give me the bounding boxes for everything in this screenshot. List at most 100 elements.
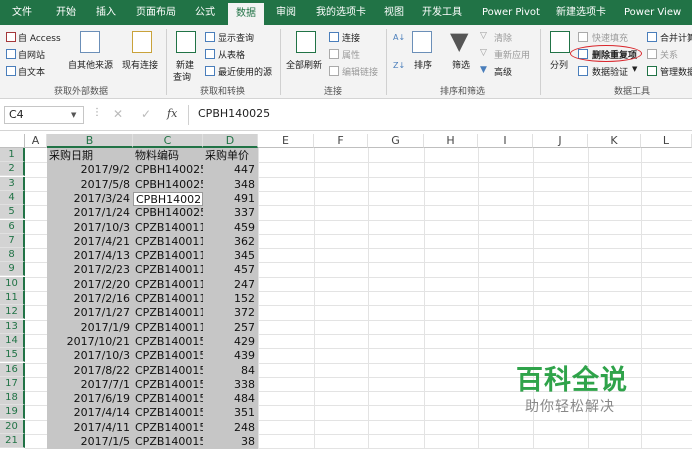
insert-function-button[interactable]: fx <box>167 107 177 120</box>
cell-date[interactable]: 2017/8/22 <box>47 364 133 378</box>
tab-file[interactable]: 文件 <box>12 0 32 25</box>
formula-input[interactable]: CPBH140025 <box>198 107 270 120</box>
cell-code[interactable]: CPZB140011 <box>133 263 203 277</box>
tab-my-tab[interactable]: 我的选项卡 <box>316 0 366 25</box>
row-header[interactable]: 18 <box>0 391 25 405</box>
cell-price[interactable]: 429 <box>203 335 258 349</box>
tab-insert[interactable]: 插入 <box>96 0 116 25</box>
row-header[interactable]: 16 <box>0 363 25 377</box>
from-other-sources-button[interactable]: 自其他来源 <box>68 58 113 71</box>
column-header-h[interactable]: H <box>424 134 478 148</box>
connections-button[interactable]: 连接 <box>342 31 360 44</box>
cell-code[interactable]: CPZB140011 <box>133 221 203 235</box>
column-header-k[interactable]: K <box>588 134 641 148</box>
tab-review[interactable]: 审阅 <box>276 0 296 25</box>
cell-price[interactable]: 372 <box>203 306 258 320</box>
enter-icon[interactable]: ✓ <box>141 107 151 121</box>
cell-code[interactable]: CPBH140025 <box>133 163 203 177</box>
column-header-g[interactable]: G <box>368 134 424 148</box>
cell-code[interactable]: CPZB140015 <box>133 378 203 392</box>
cell-price[interactable]: 152 <box>203 292 258 306</box>
row-header[interactable]: 7 <box>0 234 25 248</box>
column-title[interactable]: 采购单价 <box>203 149 258 163</box>
from-access-button[interactable]: 自 Access <box>18 31 61 44</box>
sort-az-icon[interactable]: A↓ <box>393 33 405 42</box>
column-header-i[interactable]: I <box>478 134 533 148</box>
show-queries-button[interactable]: 显示查询 <box>218 31 254 44</box>
from-web-button[interactable]: 自网站 <box>18 48 45 61</box>
row-header[interactable]: 5 <box>0 205 25 219</box>
cell-price[interactable]: 247 <box>203 278 258 292</box>
cell-code[interactable]: CPZB140011 <box>133 306 203 320</box>
edit-links-button[interactable]: 编辑链接 <box>342 65 378 78</box>
cell-code[interactable]: CPZB140015 <box>133 392 203 406</box>
cell-date[interactable]: 2017/6/19 <box>47 392 133 406</box>
column-header-f[interactable]: F <box>314 134 368 148</box>
clear-filter-button[interactable]: 清除 <box>494 31 512 44</box>
cell-price[interactable]: 457 <box>203 263 258 277</box>
cell-date[interactable]: 2017/2/23 <box>47 263 133 277</box>
row-header[interactable]: 4 <box>0 191 25 205</box>
cell-code[interactable]: CPZB140015 <box>133 435 203 449</box>
row-header[interactable]: 15 <box>0 348 25 362</box>
cell-price[interactable]: 491 <box>203 192 258 206</box>
cell-code[interactable]: CPZB140015 <box>133 364 203 378</box>
row-header[interactable]: 13 <box>0 320 25 334</box>
recent-sources-button[interactable]: 最近使用的源 <box>218 65 272 78</box>
cell-price[interactable]: 459 <box>203 221 258 235</box>
cell-code[interactable]: CPZB140015 <box>133 335 203 349</box>
cell-code[interactable]: CPBH140025 <box>133 206 203 220</box>
cell-code[interactable]: CPZB140011 <box>133 235 203 249</box>
cell-price[interactable]: 84 <box>203 364 258 378</box>
cell-price[interactable]: 351 <box>203 406 258 420</box>
cell-price[interactable]: 345 <box>203 249 258 263</box>
column-header-e[interactable]: E <box>258 134 314 148</box>
cell-price[interactable]: 447 <box>203 163 258 177</box>
tab-power-view[interactable]: Power View <box>624 0 681 25</box>
advanced-filter-button[interactable]: 高级 <box>494 65 512 78</box>
column-header-d[interactable]: D <box>203 134 258 148</box>
consolidate-button[interactable]: 合并计算 <box>660 31 692 44</box>
row-header[interactable]: 3 <box>0 177 25 191</box>
cell-date[interactable]: 2017/3/24 <box>47 192 133 206</box>
cell-price[interactable]: 337 <box>203 206 258 220</box>
active-cell[interactable]: CPBH140025 <box>133 192 203 206</box>
row-header[interactable]: 14 <box>0 334 25 348</box>
cell-code[interactable]: CPZB140011 <box>133 278 203 292</box>
row-header[interactable]: 2 <box>0 162 25 176</box>
cell-date[interactable]: 2017/7/1 <box>47 378 133 392</box>
cell-date[interactable]: 2017/10/3 <box>47 221 133 235</box>
new-query-button-line2[interactable]: 查询 <box>173 70 191 83</box>
cell-code[interactable]: CPZB140011 <box>133 292 203 306</box>
sort-button[interactable]: 排序 <box>414 58 432 71</box>
reapply-button[interactable]: 重新应用 <box>494 48 530 61</box>
cell-date[interactable]: 2017/4/21 <box>47 235 133 249</box>
cell-date[interactable]: 2017/10/3 <box>47 349 133 363</box>
cell-date[interactable]: 2017/2/20 <box>47 278 133 292</box>
tab-data[interactable]: 数据 <box>228 3 264 25</box>
cell-date[interactable]: 2017/5/8 <box>47 178 133 192</box>
row-header[interactable]: 17 <box>0 377 25 391</box>
text-to-columns-button[interactable]: 分列 <box>550 58 568 71</box>
manage-data-model-button[interactable]: 管理数据 <box>660 65 692 78</box>
from-table-button[interactable]: 从表格 <box>218 48 245 61</box>
row-header[interactable]: 9 <box>0 262 25 276</box>
cell-code[interactable]: CPZB140015 <box>133 406 203 420</box>
relationships-button[interactable]: 关系 <box>660 48 678 61</box>
cell-price[interactable]: 248 <box>203 421 258 435</box>
column-title[interactable]: 采购日期 <box>47 149 133 163</box>
sort-za-icon[interactable]: Z↓ <box>393 61 405 70</box>
cell-code[interactable]: CPZB140015 <box>133 349 203 363</box>
cell-price[interactable]: 38 <box>203 435 258 449</box>
row-header[interactable]: 12 <box>0 305 25 319</box>
column-header-l[interactable]: L <box>641 134 692 148</box>
row-header[interactable]: 1 <box>0 148 25 162</box>
row-header[interactable]: 21 <box>0 434 25 448</box>
select-all-corner[interactable] <box>0 134 25 148</box>
filter-button[interactable]: 筛选 <box>452 58 470 71</box>
name-box-dropdown-icon[interactable]: ▼ <box>71 111 76 119</box>
cell-date[interactable]: 2017/9/2 <box>47 163 133 177</box>
cancel-icon[interactable]: ✕ <box>113 107 123 121</box>
refresh-all-button[interactable]: 全部刷新 <box>286 58 322 71</box>
tab-developer[interactable]: 开发工具 <box>422 0 462 25</box>
